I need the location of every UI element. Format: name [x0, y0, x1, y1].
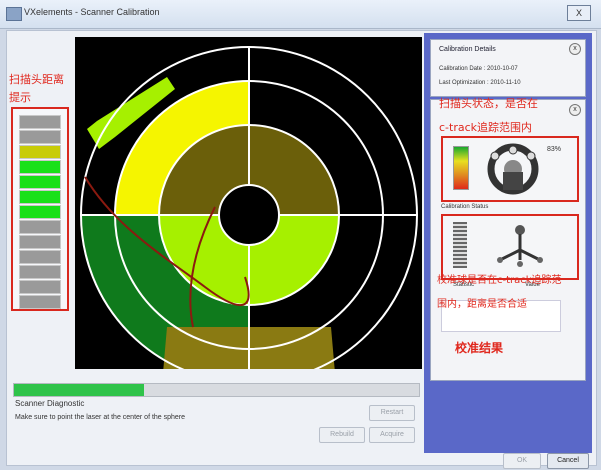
diagnostic-label: Scanner Diagnostic [15, 399, 85, 408]
distance-segment [19, 280, 61, 294]
calibration-canvas [75, 37, 422, 369]
last-optimization: Last Optimization : 2010-11-10 [439, 80, 521, 86]
scanner-state-note-line2: c-track追踪范围内 [439, 121, 533, 134]
sphere-tripod-icon [497, 225, 543, 267]
calibration-date: Calibration Date : 2010-10-07 [439, 66, 518, 72]
result-note: 校准结果 [455, 341, 504, 355]
distance-segment [19, 295, 61, 309]
restart-button[interactable]: Restart [369, 405, 415, 421]
calibration-status-label: Calibration Status [441, 204, 489, 210]
status-panel-close-button[interactable]: x [569, 104, 581, 116]
sphere-distance-bar [453, 222, 467, 268]
window-close-button[interactable]: X [567, 5, 591, 21]
distance-segment [19, 190, 61, 204]
rebuild-button[interactable]: Rebuild [319, 427, 365, 443]
distance-hint-line2: 提示 [9, 91, 31, 104]
scan-progress-bar [13, 383, 420, 397]
distance-segment [19, 265, 61, 279]
distance-segment [19, 145, 61, 159]
distance-segment [19, 220, 61, 234]
scanner-status-box: 83% [441, 136, 579, 202]
distance-segment [19, 160, 61, 174]
app-icon [6, 7, 22, 21]
ok-button[interactable]: OK [503, 453, 541, 469]
sphere-note-line2: 围内，距离是否合适 [437, 299, 527, 310]
tracking-quality-bar [453, 146, 469, 190]
distance-hint-line1: 扫描头距离 [9, 73, 64, 86]
distance-segment [19, 250, 61, 264]
distance-segment [19, 235, 61, 249]
tracking-percent: 83% [547, 146, 562, 153]
distance-segment [19, 175, 61, 189]
title-bar: VXelements - Scanner Calibration X [0, 0, 601, 29]
distance-segment [19, 115, 61, 129]
calibration-details-panel: Calibration Details x Calibration Date :… [430, 39, 586, 97]
acquire-button[interactable]: Acquire [369, 427, 415, 443]
distance-segment [19, 130, 61, 144]
sphere-note-line1: 校准球是否在c-track追踪范 [437, 275, 562, 286]
center-hole [218, 184, 280, 246]
calibration-details-close-button[interactable]: x [569, 43, 581, 55]
client-area: 扫描头距离 提示 Scanner Diagnostic Make sure to… [6, 30, 597, 469]
target-ring-graphic [80, 46, 418, 369]
cancel-button[interactable]: Cancel [547, 453, 589, 469]
distance-segment [19, 205, 61, 219]
diagnostic-message: Make sure to point the laser at the cent… [15, 414, 186, 421]
distance-indicator [11, 107, 69, 311]
scan-progress-fill [14, 384, 144, 396]
status-panel: x 83% Calibration Status Statistic Value [430, 99, 586, 381]
window-title: VXelements - Scanner Calibration [24, 7, 160, 17]
scanner-icon [487, 143, 539, 195]
scanner-state-note-line1: 扫描头状态，是否在 [439, 97, 538, 110]
calibration-details-title: Calibration Details [439, 46, 496, 53]
